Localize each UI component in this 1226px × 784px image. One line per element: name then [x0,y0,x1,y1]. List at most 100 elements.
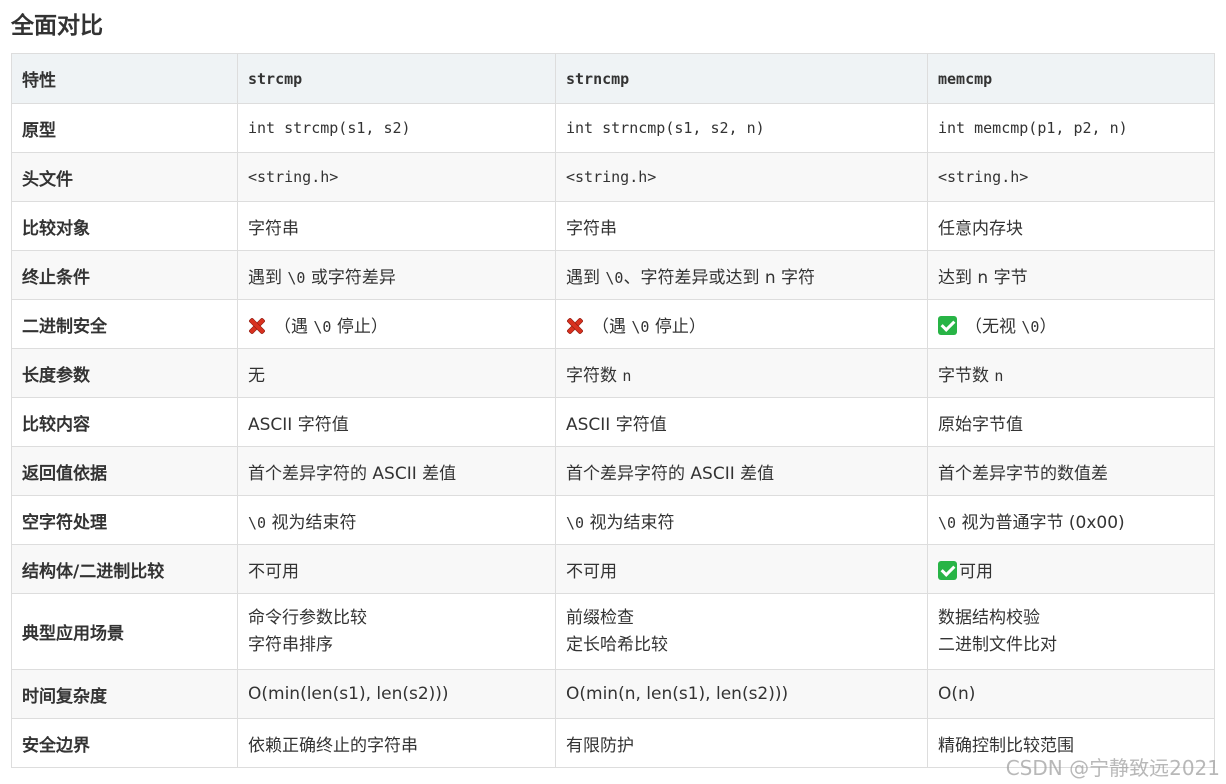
table-cell: 依赖正确终止的字符串 [237,718,556,768]
null-char-code: \0 [605,268,624,287]
cell-text: 字节数 [938,365,995,386]
table-cell: O(min(len(s1), len(s2))) [237,669,556,719]
row-label: 长度参数 [11,348,238,398]
table-cell: O(n) [927,669,1215,719]
null-char-code: \0 [313,317,332,336]
table-cell: （遇 \0 停止） [555,299,928,349]
table-cell: ASCII 字符值 [237,397,556,447]
table-cell: 遇到 \0 或字符差异 [237,250,556,300]
table-cell: \0 视为普通字节 (0x00) [927,495,1215,545]
table-cell: 原始字节值 [927,397,1215,447]
table-cell: 有限防护 [555,718,928,768]
header-strcmp-label: strcmp [248,69,303,88]
null-char-code: \0 [566,513,585,532]
cell-text: 视为结束符 [266,512,357,533]
table-cell: 不可用 [237,544,556,594]
use-case-line: 字符串排序 [248,634,333,655]
row-label: 安全边界 [11,718,238,768]
header-memcmp: memcmp [927,53,1215,104]
table-row: 返回值依据 首个差异字符的 ASCII 差值 首个差异字符的 ASCII 差值 … [11,446,1215,496]
cell-text: 视为普通字节 (0x00) [956,512,1125,533]
header-memcmp-label: memcmp [938,69,993,88]
row-label: 结构体/二进制比较 [11,544,238,594]
table-cell: 不可用 [555,544,928,594]
row-label: 终止条件 [11,250,238,300]
table-row: 二进制安全 （遇 \0 停止） （遇 \0 停止） （无视 \0） [11,299,1215,349]
table-cell: \0 视为结束符 [237,495,556,545]
table-cell: （遇 \0 停止） [237,299,556,349]
watermark: CSDN @宁静致远2021 [1005,756,1220,780]
cell-text: 字符数 [566,365,623,386]
table-row: 原型 int strcmp(s1, s2) int strncmp(s1, s2… [11,103,1215,153]
prototype-code: int strncmp(s1, s2, n) [566,119,765,137]
cell-text: 遇到 [566,267,606,288]
prototype-code: int strcmp(s1, s2) [248,119,411,137]
table-cell: 首个差异字符的 ASCII 差值 [237,446,556,496]
header-strncmp-label: strncmp [566,69,630,88]
cell-text: （无视 [965,316,1022,337]
null-char-code: \0 [938,513,957,532]
cross-mark-icon [248,317,266,335]
cell-text: ） [1039,316,1057,337]
table-cell: int memcmp(p1, p2, n) [927,103,1215,153]
table-cell: 字符数 n [555,348,928,398]
section-heading: 全面对比 [11,13,103,39]
row-label: 典型应用场景 [11,593,238,670]
header-feature-label: 特性 [22,71,56,91]
comparison-table: 特性 strcmp strncmp memcmp 原型 int strcmp(s… [11,53,1215,768]
table-cell: <string.h> [927,152,1215,202]
table-cell: 字符串 [555,201,928,251]
header-file-code: <string.h> [938,168,1029,186]
row-label: 返回值依据 [11,446,238,496]
cell-text: 、字符差异或达到 n 字符 [623,267,816,288]
row-label: 比较内容 [11,397,238,447]
table-cell: int strncmp(s1, s2, n) [555,103,928,153]
param-code: n [994,366,1004,385]
cell-text: 遇到 [248,267,288,288]
use-case-line: 定长哈希比较 [566,634,668,655]
use-case-line: 前缀检查 [566,607,634,628]
table-cell: <string.h> [237,152,556,202]
table-cell: 首个差异字节的数值差 [927,446,1215,496]
table-cell: \0 视为结束符 [555,495,928,545]
cell-text: （遇 [592,316,632,337]
cell-text: 或字符差异 [305,267,396,288]
table-cell: 可用 [927,544,1215,594]
null-char-code: \0 [248,513,267,532]
table-cell: 首个差异字符的 ASCII 差值 [555,446,928,496]
table-cell: 字符串 [237,201,556,251]
table-cell: <string.h> [555,152,928,202]
table-cell: O(min(n, len(s1), len(s2))) [555,669,928,719]
table-cell: 遇到 \0、字符差异或达到 n 字符 [555,250,928,300]
table-header-row: 特性 strcmp strncmp memcmp [11,53,1215,104]
prototype-code: int memcmp(p1, p2, n) [938,119,1128,137]
header-feature: 特性 [11,53,238,104]
cell-text: 停止） [649,316,706,337]
cell-text: 可用 [959,561,993,582]
row-label: 时间复杂度 [11,669,238,719]
row-label: 比较对象 [11,201,238,251]
table-cell: 任意内存块 [927,201,1215,251]
null-char-code: \0 [287,268,306,287]
row-label: 原型 [11,103,238,153]
table-cell: （无视 \0） [927,299,1215,349]
use-case-line: 命令行参数比较 [248,607,367,628]
table-row: 空字符处理 \0 视为结束符 \0 视为结束符 \0 视为普通字节 (0x00) [11,495,1215,545]
header-file-code: <string.h> [566,168,657,186]
use-case-line: 数据结构校验 [938,607,1040,628]
check-mark-icon [938,315,957,335]
cell-text: （遇 [274,316,314,337]
cross-mark-icon [566,317,584,335]
cell-text: 停止） [331,316,388,337]
table-row: 比较对象 字符串 字符串 任意内存块 [11,201,1215,251]
table-row: 头文件 <string.h> <string.h> <string.h> [11,152,1215,202]
row-label: 空字符处理 [11,495,238,545]
table-row: 典型应用场景 命令行参数比较 字符串排序 前缀检查定长哈希比较 数据结构校验 二进制… [11,593,1215,670]
table-cell: int strcmp(s1, s2) [237,103,556,153]
table-cell: ASCII 字符值 [555,397,928,447]
header-strcmp: strcmp [237,53,556,104]
row-label: 二进制安全 [11,299,238,349]
table-row: 长度参数 无 字符数 n 字节数 n [11,348,1215,398]
table-cell: 数据结构校验 二进制文件比对 [927,593,1215,670]
param-code: n [622,366,632,385]
